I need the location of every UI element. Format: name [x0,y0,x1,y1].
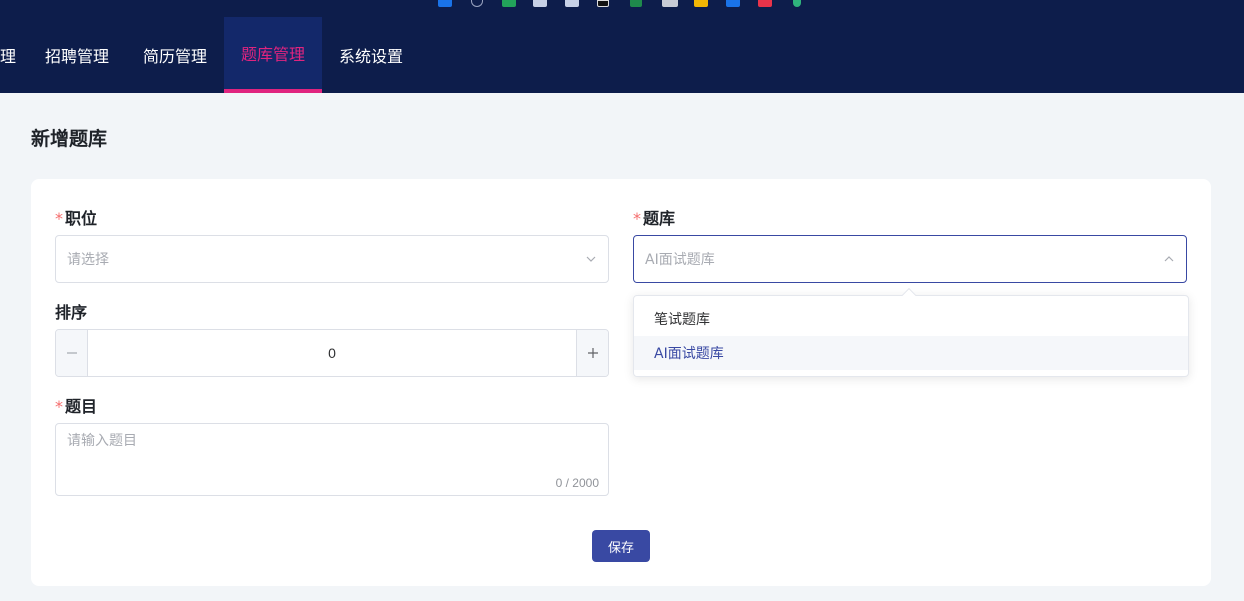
required-mark: * [55,397,63,416]
globe-icon[interactable] [471,0,483,7]
chevron-down-icon [585,253,597,265]
sort-label: 排序 [55,299,87,323]
question-label-text: 题目 [65,397,98,416]
required-mark: * [633,209,641,228]
save-button[interactable]: 保存 [592,530,650,562]
plus-icon [587,348,598,358]
position-label-text: 职位 [65,209,98,228]
question-label: * 题目 [55,393,97,417]
minus-icon [66,352,77,354]
nav-item-resumes[interactable]: 简历管理 [129,17,221,93]
dropdown-option-ai-interview[interactable]: AI面试题库 [634,336,1188,370]
nav-item-settings[interactable]: 系统设置 [325,17,417,93]
bookmark-icon[interactable] [726,0,740,7]
bookmark-icon[interactable] [758,0,772,7]
increment-button[interactable] [576,330,608,376]
decrement-button[interactable] [56,330,88,376]
position-label: * 职位 [55,205,97,229]
chevron-up-icon [1163,253,1175,265]
bookmark-icon[interactable] [793,0,801,7]
top-navigation: 理 招聘管理 简历管理 题库管理 系统设置 [0,0,1244,93]
bookmark-icon[interactable] [630,0,642,7]
nav-item-recruitment[interactable]: 招聘管理 [31,17,123,93]
dropdown-option-written[interactable]: 笔试题库 [634,302,1188,336]
page-title: 新增题库 [31,128,108,150]
nav-item-question-bank[interactable]: 题库管理 [224,17,322,93]
bank-select-value: AI面试题库 [645,252,715,268]
question-textarea[interactable]: 请输入题目 0 / 2000 [55,423,609,496]
form-card: * 职位 请选择 * 题库 AI面试题库 排序 0 * 题目 请输入题目 0 / 20… [31,179,1211,586]
required-mark: * [55,209,63,228]
bookmark-icon[interactable] [662,0,678,7]
character-counter: 0 / 2000 [555,476,599,490]
bookmark-icon[interactable] [438,0,452,7]
position-select[interactable]: 请选择 [55,235,609,283]
question-placeholder: 请输入题目 [67,433,137,449]
sort-value[interactable]: 0 [88,330,576,376]
bookmark-icon[interactable] [694,0,708,7]
bookmark-icon[interactable] [533,0,547,7]
bank-dropdown: 笔试题库 AI面试题库 [633,287,1189,377]
sort-label-text: 排序 [55,303,88,322]
nav-item-partial[interactable]: 理 [0,17,16,93]
bookmark-icon[interactable] [502,0,516,7]
bank-label-text: 题库 [643,209,676,228]
bank-select[interactable]: AI面试题库 [633,235,1187,283]
sort-stepper[interactable]: 0 [55,329,609,377]
browser-bookmark-icons [0,0,1244,8]
position-select-placeholder: 请选择 [67,252,109,268]
bank-label: * 题库 [633,205,675,229]
bookmark-icon[interactable] [565,0,579,7]
bookmark-icon[interactable] [597,0,609,7]
